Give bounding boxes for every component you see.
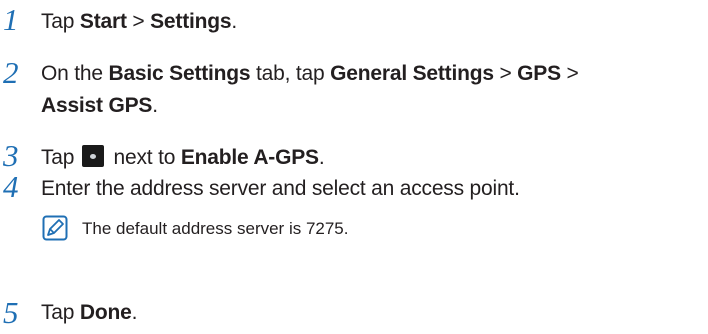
step-text-part: .: [231, 10, 237, 33]
step-text-part: Tap: [41, 146, 80, 169]
step-number: 4: [3, 169, 19, 204]
menu-path-assist-gps: Assist GPS: [41, 94, 153, 117]
step-text: On the Basic Settings tab, tap General S…: [41, 58, 694, 122]
step-number: 2: [3, 55, 19, 90]
step-text: Tap next to Enable A-GPS.: [41, 142, 694, 174]
path-separator: >: [493, 62, 518, 85]
note-text: The default address server is 7275.: [82, 219, 349, 238]
path-separator: >: [126, 10, 151, 33]
step-text: Enter the address server and select an a…: [41, 173, 694, 205]
step-text-part: Tap: [41, 10, 80, 33]
step-text-part: .: [318, 146, 325, 169]
note-box: The default address server is 7275.: [41, 215, 694, 245]
step-number: 5: [3, 295, 19, 330]
option-enable-a-gps: Enable A-GPS: [180, 146, 319, 169]
step-text: Tap Done.: [41, 297, 694, 329]
button-done: Done: [79, 301, 132, 324]
step-text-part: .: [131, 301, 138, 324]
menu-path-start: Start: [79, 10, 127, 33]
step-text-part: On the: [41, 62, 109, 85]
menu-path-general-settings: General Settings: [330, 62, 494, 85]
step-text-part: Tap: [41, 301, 80, 324]
menu-path-settings: Settings: [150, 10, 232, 33]
path-separator: >: [560, 62, 579, 85]
step-text-part: .: [152, 94, 158, 117]
step-text: Tap Start > Settings.: [41, 6, 694, 38]
step-number: 1: [3, 2, 19, 37]
step-text-part: next to: [107, 146, 181, 169]
step-text-part: Enter the address server and select an a…: [41, 177, 520, 200]
toggle-button-icon: [81, 145, 104, 167]
step-text-part: tab, tap: [250, 62, 331, 85]
note-pencil-icon: [42, 215, 68, 241]
menu-path-gps: GPS: [517, 62, 561, 85]
step-number: 3: [3, 138, 19, 173]
tab-name-basic-settings: Basic Settings: [108, 62, 251, 85]
